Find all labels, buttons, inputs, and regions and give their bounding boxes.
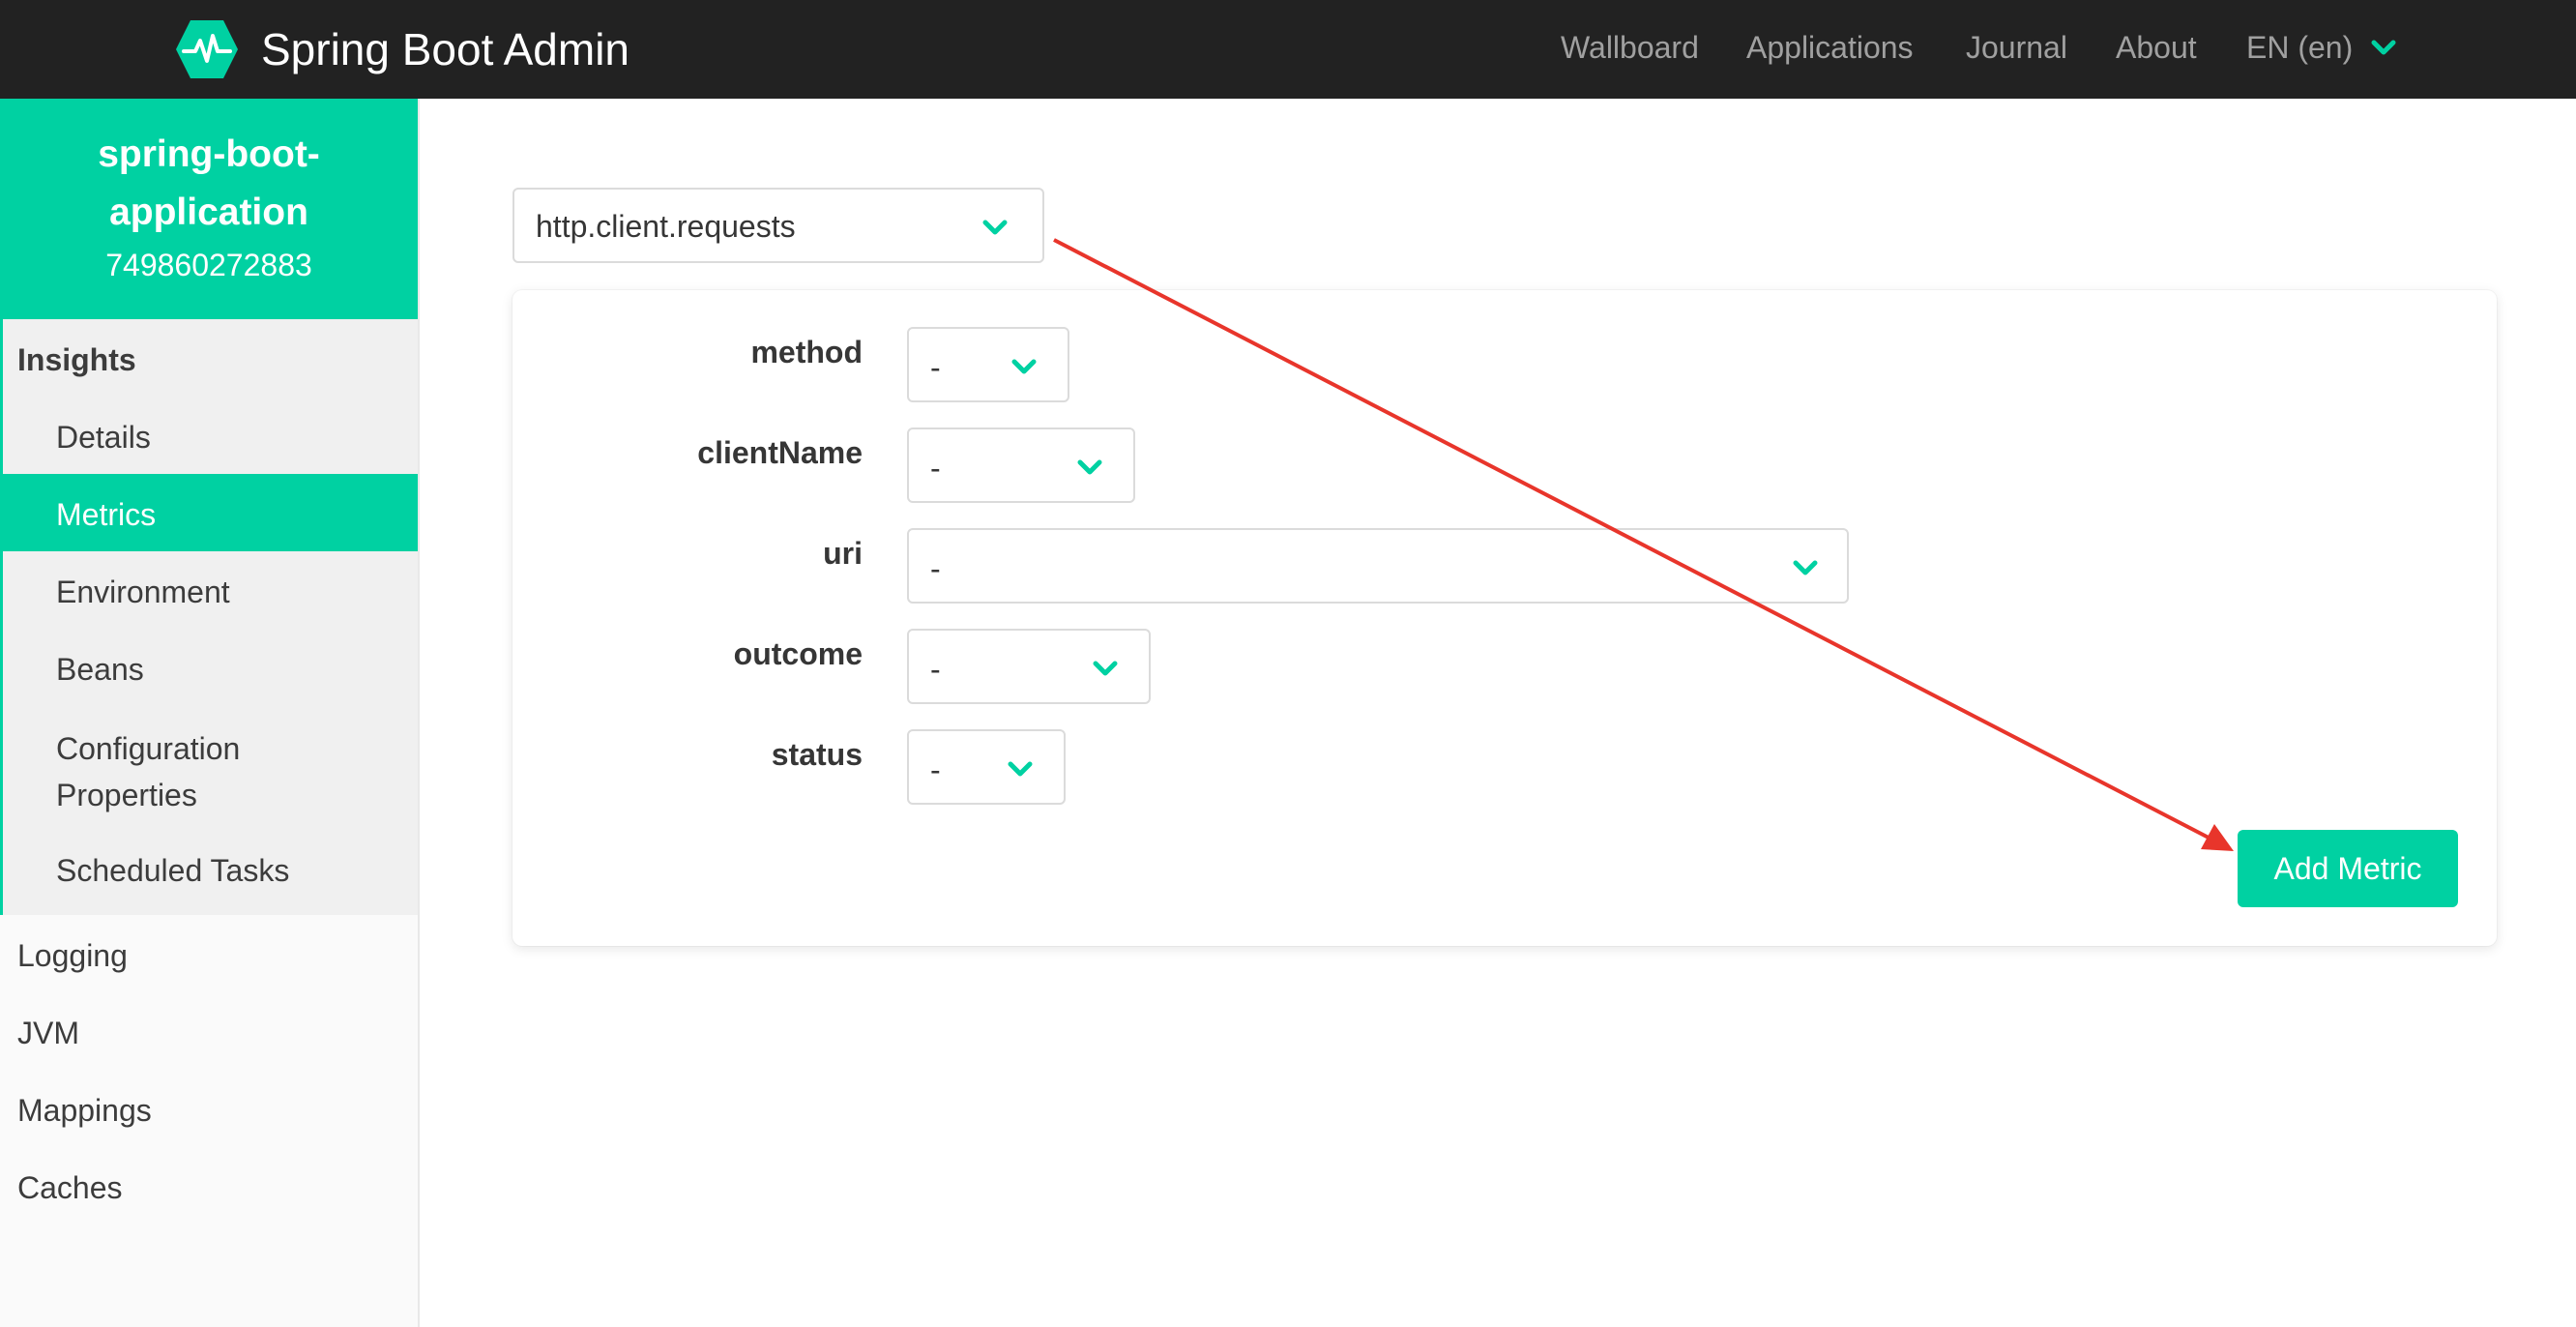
tag-select-status[interactable]: -: [907, 729, 1066, 805]
chevron-down-icon: [1008, 761, 1033, 777]
add-metric-button[interactable]: Add Metric: [2238, 830, 2458, 907]
sidebar-item-jvm[interactable]: JVM: [17, 1012, 79, 1054]
tag-select-value: -: [930, 350, 941, 385]
tag-select-method[interactable]: -: [907, 327, 1069, 402]
sidebar-item-configuration-properties[interactable]: Configuration Properties: [56, 725, 278, 818]
sidebar-item-scheduled-tasks[interactable]: Scheduled Tasks: [56, 849, 289, 892]
tag-select-value: -: [930, 451, 941, 486]
insights-group: [0, 319, 418, 915]
language-selector[interactable]: EN (en): [2246, 25, 2353, 70]
chevron-down-icon: [1011, 359, 1037, 374]
sidebar-item-mappings[interactable]: Mappings: [17, 1089, 152, 1132]
sidebar-item-beans[interactable]: Beans: [56, 648, 144, 691]
application-header: spring-boot-application 749860272883: [0, 99, 418, 319]
application-name: spring-boot-application: [98, 133, 320, 233]
top-navbar: Spring Boot Admin Wallboard Applications…: [0, 0, 2576, 99]
tag-select-outcome[interactable]: -: [907, 629, 1151, 704]
sidebar-group-insights[interactable]: Insights: [17, 339, 136, 381]
tag-label-uri: uri: [823, 536, 863, 571]
sidebar-item-logging[interactable]: Logging: [17, 934, 128, 977]
tag-label-method: method: [750, 335, 863, 369]
sidebar-item-metrics[interactable]: Metrics: [56, 493, 156, 536]
chevron-down-icon[interactable]: [2369, 35, 2398, 60]
metric-tags-card: method - clientName - uri - outcome - st…: [512, 290, 2497, 946]
metric-select-value: http.client.requests: [536, 209, 796, 244]
tag-select-value: -: [930, 551, 941, 586]
chevron-down-icon: [1793, 560, 1818, 575]
chevron-down-icon: [982, 220, 1008, 235]
sidebar-item-details[interactable]: Details: [56, 416, 151, 458]
sidebar-item-caches[interactable]: Caches: [17, 1166, 123, 1209]
tag-label-clientname: clientName: [697, 435, 863, 470]
nav-about[interactable]: About: [2116, 25, 2197, 70]
brand[interactable]: Spring Boot Admin: [174, 16, 629, 82]
metric-select[interactable]: http.client.requests: [512, 188, 1044, 263]
nav-journal[interactable]: Journal: [1966, 25, 2067, 70]
brand-name: Spring Boot Admin: [261, 24, 630, 74]
chevron-down-icon: [1077, 459, 1102, 475]
heartbeat-hexagon-icon: [176, 20, 238, 78]
application-id: 749860272883: [105, 248, 312, 282]
tag-select-uri[interactable]: -: [907, 528, 1849, 604]
tag-label-status: status: [771, 737, 863, 772]
nav-applications[interactable]: Applications: [1746, 25, 1914, 70]
tag-label-outcome: outcome: [733, 636, 863, 671]
tag-select-clientname[interactable]: -: [907, 428, 1135, 503]
nav-wallboard[interactable]: Wallboard: [1561, 25, 1699, 70]
chevron-down-icon: [1093, 661, 1118, 676]
tag-select-value: -: [930, 752, 941, 787]
tag-select-value: -: [930, 652, 941, 687]
sidebar: spring-boot-application 749860272883 Ins…: [0, 99, 420, 1327]
sidebar-item-environment[interactable]: Environment: [56, 571, 230, 613]
